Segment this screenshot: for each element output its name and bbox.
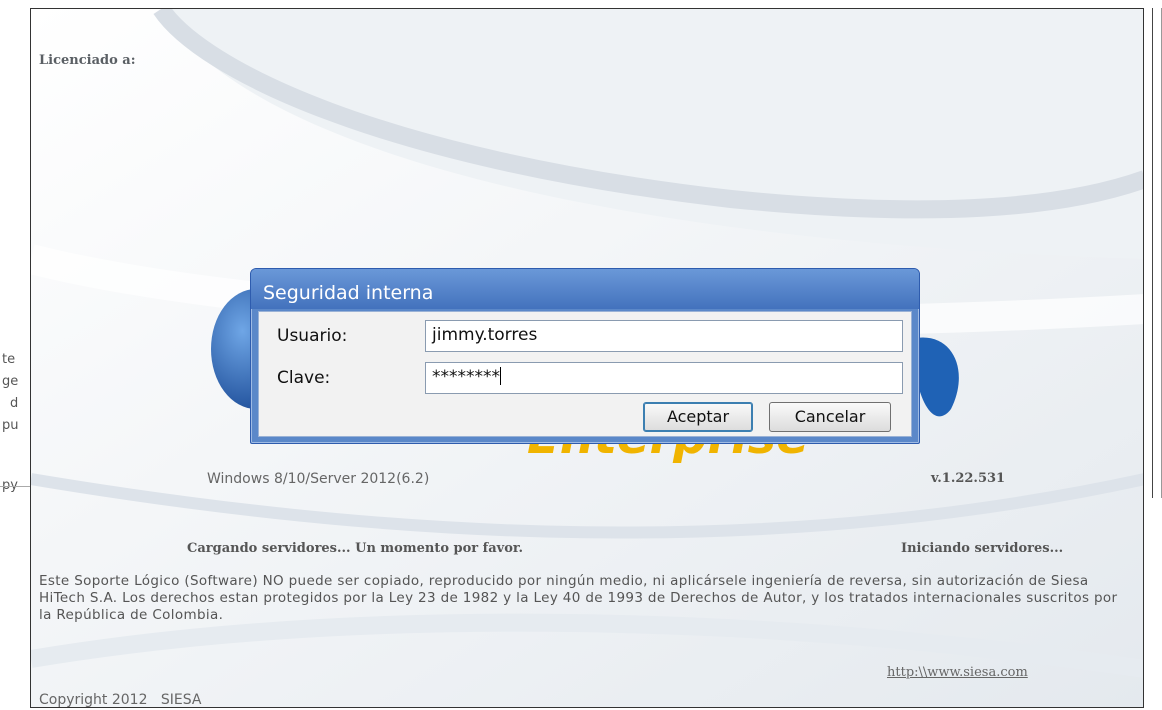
text-caret	[500, 367, 501, 385]
cancel-button[interactable]: Cancelar	[769, 402, 891, 432]
login-dialog: Seguridad interna Usuario: jimmy.torres …	[250, 268, 920, 444]
legal-notice: Este Soporte Lógico (Software) NO puede …	[39, 573, 1118, 623]
background-window-frame	[1152, 8, 1162, 498]
dialog-title: Seguridad interna	[263, 282, 434, 304]
username-input[interactable]: jimmy.torres	[425, 320, 903, 352]
dialog-body: Usuario: jimmy.torres Clave: ******** Ac…	[258, 311, 912, 437]
os-version-text: Windows 8/10/Server 2012(6.2)	[207, 471, 430, 487]
background-text-fragment: d	[10, 396, 19, 411]
username-label: Usuario:	[277, 326, 348, 346]
background-divider	[0, 486, 30, 487]
copyright-text: Copyright 2012 SIESA	[39, 692, 202, 708]
dialog-titlebar[interactable]: Seguridad interna	[251, 269, 919, 309]
background-text-fragment: pu	[2, 418, 19, 433]
background-window-left: te ge d pu py	[0, 0, 30, 710]
loading-status: Cargando servidores... Un momento por fa…	[187, 541, 524, 556]
licensed-to-label: Licenciado a:	[39, 53, 136, 68]
accept-button[interactable]: Aceptar	[643, 402, 753, 432]
website-link[interactable]: http:\\www.siesa.com	[887, 665, 1028, 680]
password-input[interactable]: ********	[425, 362, 903, 394]
background-text-fragment: te	[2, 352, 16, 367]
starting-status: Iniciando servidores...	[901, 541, 1064, 556]
password-label: Clave:	[277, 368, 331, 388]
background-text-fragment: ge	[2, 374, 19, 389]
app-version: v.1.22.531	[931, 471, 1006, 486]
